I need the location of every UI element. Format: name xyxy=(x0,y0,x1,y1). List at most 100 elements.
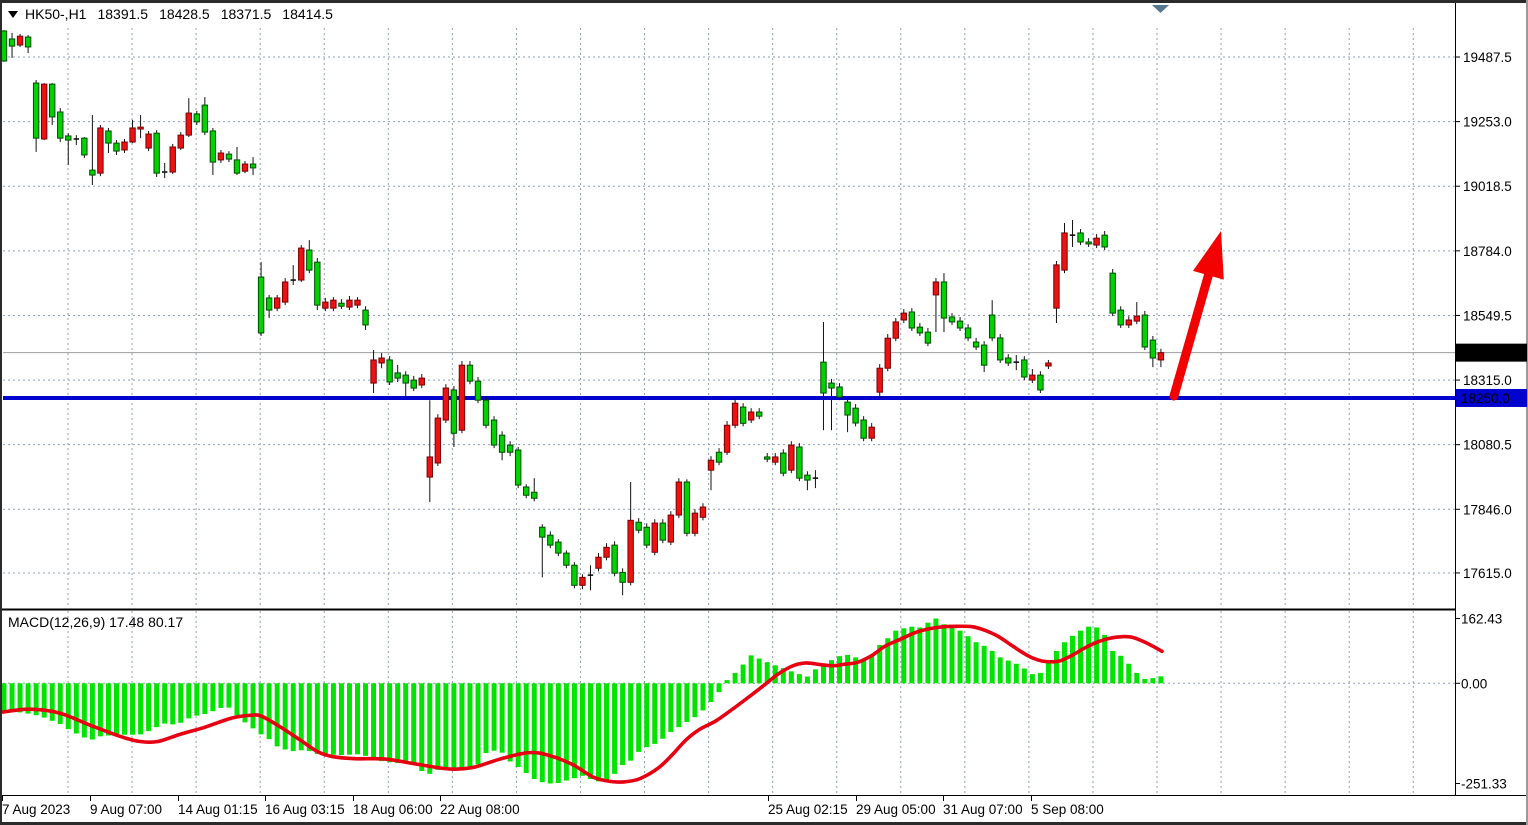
time-axis-label[interactable]: 14 Aug 01:15 xyxy=(178,802,258,817)
candle-bear xyxy=(797,447,802,478)
candle-bull xyxy=(17,36,22,45)
macd-histogram-bar xyxy=(925,623,930,684)
candle-bear xyxy=(998,338,1003,360)
macd-histogram-bar xyxy=(194,683,199,715)
ohlc-open: 18391.5 xyxy=(97,6,148,22)
macd-histogram-bar xyxy=(307,683,312,751)
macd-histogram-bar xyxy=(42,683,47,717)
ohlc-close: 18414.5 xyxy=(282,6,333,22)
candle-bull xyxy=(170,147,175,172)
time-axis-label[interactable]: 31 Aug 07:00 xyxy=(943,802,1023,817)
time-axis-label[interactable]: 18 Aug 06:00 xyxy=(353,802,433,817)
candle-bull xyxy=(732,403,737,425)
candle-bear xyxy=(266,298,271,310)
time-axis-label[interactable]: 22 Aug 08:00 xyxy=(440,802,520,817)
candle-bear xyxy=(973,342,978,347)
price-axis-label[interactable]: 19253.0 xyxy=(1463,115,1512,130)
macd-histogram-bar xyxy=(443,683,448,768)
candle-bear xyxy=(33,83,38,138)
candle-bear xyxy=(1150,340,1155,358)
candle-bear xyxy=(989,315,994,338)
macd-axis-label[interactable]: -251.33 xyxy=(1461,777,1507,792)
price-axis-label[interactable]: 19487.5 xyxy=(1463,50,1512,65)
macd-histogram-bar xyxy=(210,683,215,711)
macd-axis-label[interactable]: 0.00 xyxy=(1461,676,1487,691)
macd-histogram-bar xyxy=(435,683,440,770)
macd-histogram-bar xyxy=(1142,679,1147,683)
candle-bear xyxy=(1022,360,1027,377)
candle-bear xyxy=(50,84,55,117)
macd-histogram-bar xyxy=(451,683,456,768)
macd-histogram-bar xyxy=(1022,669,1027,684)
candle-bear xyxy=(395,373,400,378)
macd-histogram-bar xyxy=(508,683,513,761)
price-axis-label[interactable]: 18315.0 xyxy=(1463,373,1512,388)
candle-bear xyxy=(524,487,529,495)
macd-histogram-bar xyxy=(805,677,810,684)
macd-histogram-bar xyxy=(540,683,545,782)
candle-bull xyxy=(580,577,585,585)
price-axis-label[interactable]: 19018.5 xyxy=(1463,179,1512,194)
price-axis-label[interactable]: 18080.5 xyxy=(1463,438,1512,453)
candle-bear xyxy=(837,387,842,397)
candle-bear xyxy=(765,457,770,459)
candle-bull xyxy=(877,368,882,392)
candle-bear xyxy=(660,523,665,540)
macd-axis-label[interactable]: 162.43 xyxy=(1461,612,1502,627)
candle-bull xyxy=(885,338,890,368)
macd-histogram-bar xyxy=(122,683,127,734)
chart-canvas[interactable]: 19487.5 19253.0 19018.5 18784.0 18549.5 18315… xyxy=(0,0,1528,825)
macd-histogram-bar xyxy=(1150,678,1155,683)
macd-histogram-bar xyxy=(1014,664,1019,684)
time-axis-label[interactable]: 7 Aug 2023 xyxy=(2,802,70,817)
symbol-dropdown-icon[interactable] xyxy=(8,10,19,19)
time-axis-label[interactable]: 9 Aug 07:00 xyxy=(90,802,162,817)
candle-bull xyxy=(1030,375,1035,380)
price-axis-label[interactable]: 17615.0 xyxy=(1463,566,1512,581)
macd-histogram-bar xyxy=(500,683,505,752)
macd-histogram-bar xyxy=(1126,664,1131,684)
current-price-badge-label[interactable]: 18414.5 xyxy=(1461,346,1510,361)
macd-histogram-bar xyxy=(1046,663,1051,684)
macd-histogram-bar xyxy=(917,627,922,683)
macd-histogram-bar xyxy=(2,683,7,711)
time-axis-label[interactable]: 5 Sep 08:00 xyxy=(1031,802,1104,817)
support-price-badge-label[interactable]: 18250.0 xyxy=(1461,391,1510,406)
candle-bear xyxy=(58,112,63,138)
candle-bear xyxy=(1,31,6,61)
macd-histogram-bar xyxy=(741,665,746,684)
macd-histogram-bar xyxy=(459,683,464,770)
candle-bull xyxy=(1046,363,1051,366)
macd-histogram-bar xyxy=(202,683,207,714)
macd-histogram-bar xyxy=(74,683,79,733)
candle-bear xyxy=(250,164,255,168)
macd-histogram-bar xyxy=(283,683,288,749)
macd-histogram-bar xyxy=(82,683,87,737)
time-axis-label[interactable]: 16 Aug 03:15 xyxy=(265,802,345,817)
macd-histogram-bar xyxy=(941,624,946,683)
macd-histogram-bar xyxy=(146,683,151,731)
macd-histogram-bar xyxy=(58,683,63,724)
macd-histogram-bar xyxy=(620,683,625,765)
candle-bull xyxy=(274,298,279,308)
macd-histogram-bar xyxy=(186,683,191,718)
price-axis-label[interactable]: 18784.0 xyxy=(1463,244,1512,259)
candle-bear xyxy=(829,383,834,388)
macd-histogram-bar xyxy=(1118,656,1123,684)
candle-bull xyxy=(901,313,906,320)
price-axis-label[interactable]: 17846.0 xyxy=(1463,502,1512,517)
price-axis-label[interactable]: 18549.5 xyxy=(1463,308,1512,323)
candle-bull xyxy=(708,460,713,470)
macd-histogram-bar xyxy=(130,683,135,734)
macd-histogram-bar xyxy=(170,683,175,724)
macd-histogram-bar xyxy=(725,680,730,683)
candle-bear xyxy=(90,170,95,175)
time-axis-label[interactable]: 25 Aug 02:15 xyxy=(768,802,848,817)
candle-bear xyxy=(9,39,14,46)
macd-histogram-bar xyxy=(628,683,633,760)
candle-bear xyxy=(515,450,520,485)
candle-bull xyxy=(242,164,247,171)
time-axis-label[interactable]: 29 Aug 05:00 xyxy=(856,802,936,817)
macd-histogram-bar xyxy=(652,683,657,744)
macd-histogram-bar xyxy=(532,683,537,779)
